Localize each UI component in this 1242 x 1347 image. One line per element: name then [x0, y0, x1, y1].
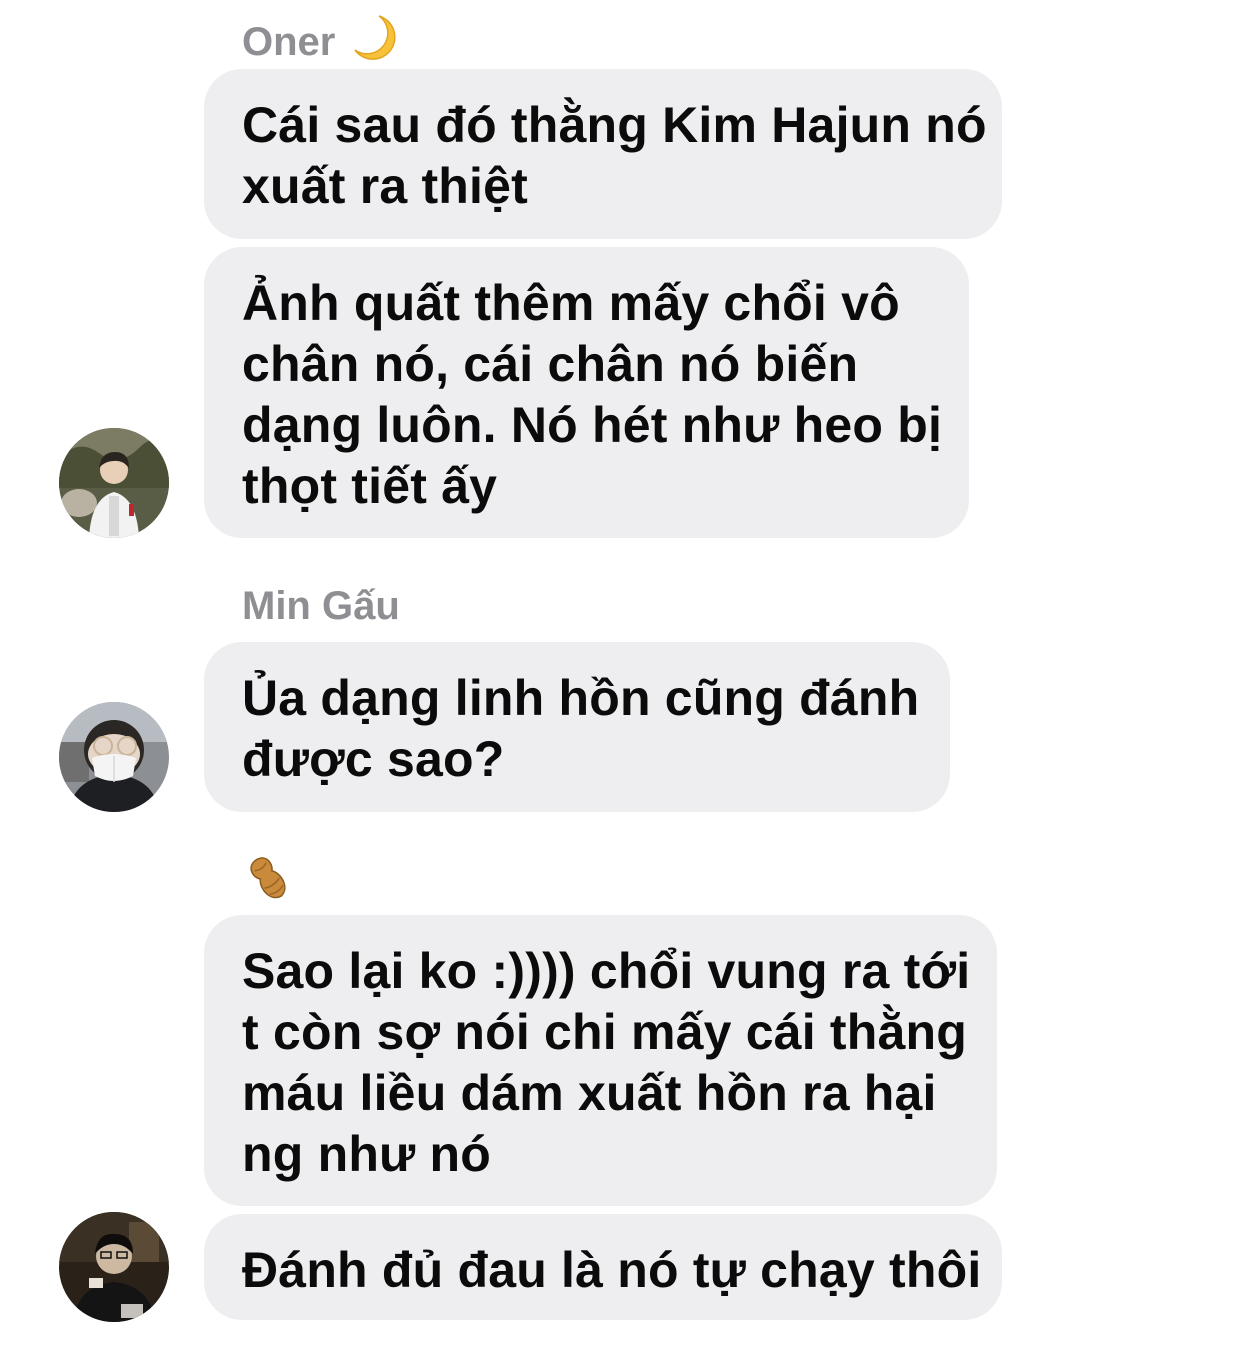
message-bubble[interactable]: Ảnh quất thêm mấy chổi vô chân nó, cái c…: [204, 247, 969, 538]
message-line: thọt tiết ấy: [242, 458, 498, 514]
message-line: Ủa dạng linh hồn cũng đánh: [242, 670, 920, 726]
peanut-icon: [242, 852, 296, 913]
message-line: Sao lại ko :)))) chổi vung ra tới: [242, 943, 971, 999]
sender-name-label: Min Gấu: [242, 584, 400, 628]
avatar-peanut-sender[interactable]: [59, 1212, 169, 1322]
message-bubble[interactable]: Ủa dạng linh hồn cũng đánh được sao?: [204, 642, 950, 812]
sender-name-peanut: [242, 852, 310, 913]
message-line: máu liều dám xuất hồn ra hại: [242, 1065, 937, 1121]
message-bubble[interactable]: Cái sau đó thằng Kim Hajun nó xuất ra th…: [204, 69, 1002, 239]
avatar-oner[interactable]: [59, 428, 169, 538]
sender-name-min-gau: Min Gấu: [242, 586, 400, 626]
message-bubble[interactable]: Sao lại ko :)))) chổi vung ra tới t còn …: [204, 915, 997, 1206]
message-bubble[interactable]: Đánh đủ đau là nó tự chạy thôi: [204, 1214, 1002, 1320]
sender-name-oner: Oner: [242, 12, 401, 71]
avatar-min-gau[interactable]: [59, 702, 169, 812]
message-line: Đánh đủ đau là nó tự chạy thôi: [242, 1242, 982, 1298]
message-line: xuất ra thiệt: [242, 158, 528, 214]
message-line: Ảnh quất thêm mấy chổi vô: [242, 275, 900, 331]
message-line: dạng luôn. Nó hét như heo bị: [242, 397, 943, 453]
message-line: Cái sau đó thằng Kim Hajun nó: [242, 97, 987, 153]
moon-icon: [349, 12, 401, 71]
message-line: chân nó, cái chân nó biến: [242, 336, 859, 392]
message-line: ng như nó: [242, 1126, 492, 1182]
sender-name-label: Oner: [242, 19, 336, 64]
message-line: được sao?: [242, 731, 505, 787]
message-line: t còn sợ nói chi mấy cái thằng: [242, 1004, 968, 1060]
